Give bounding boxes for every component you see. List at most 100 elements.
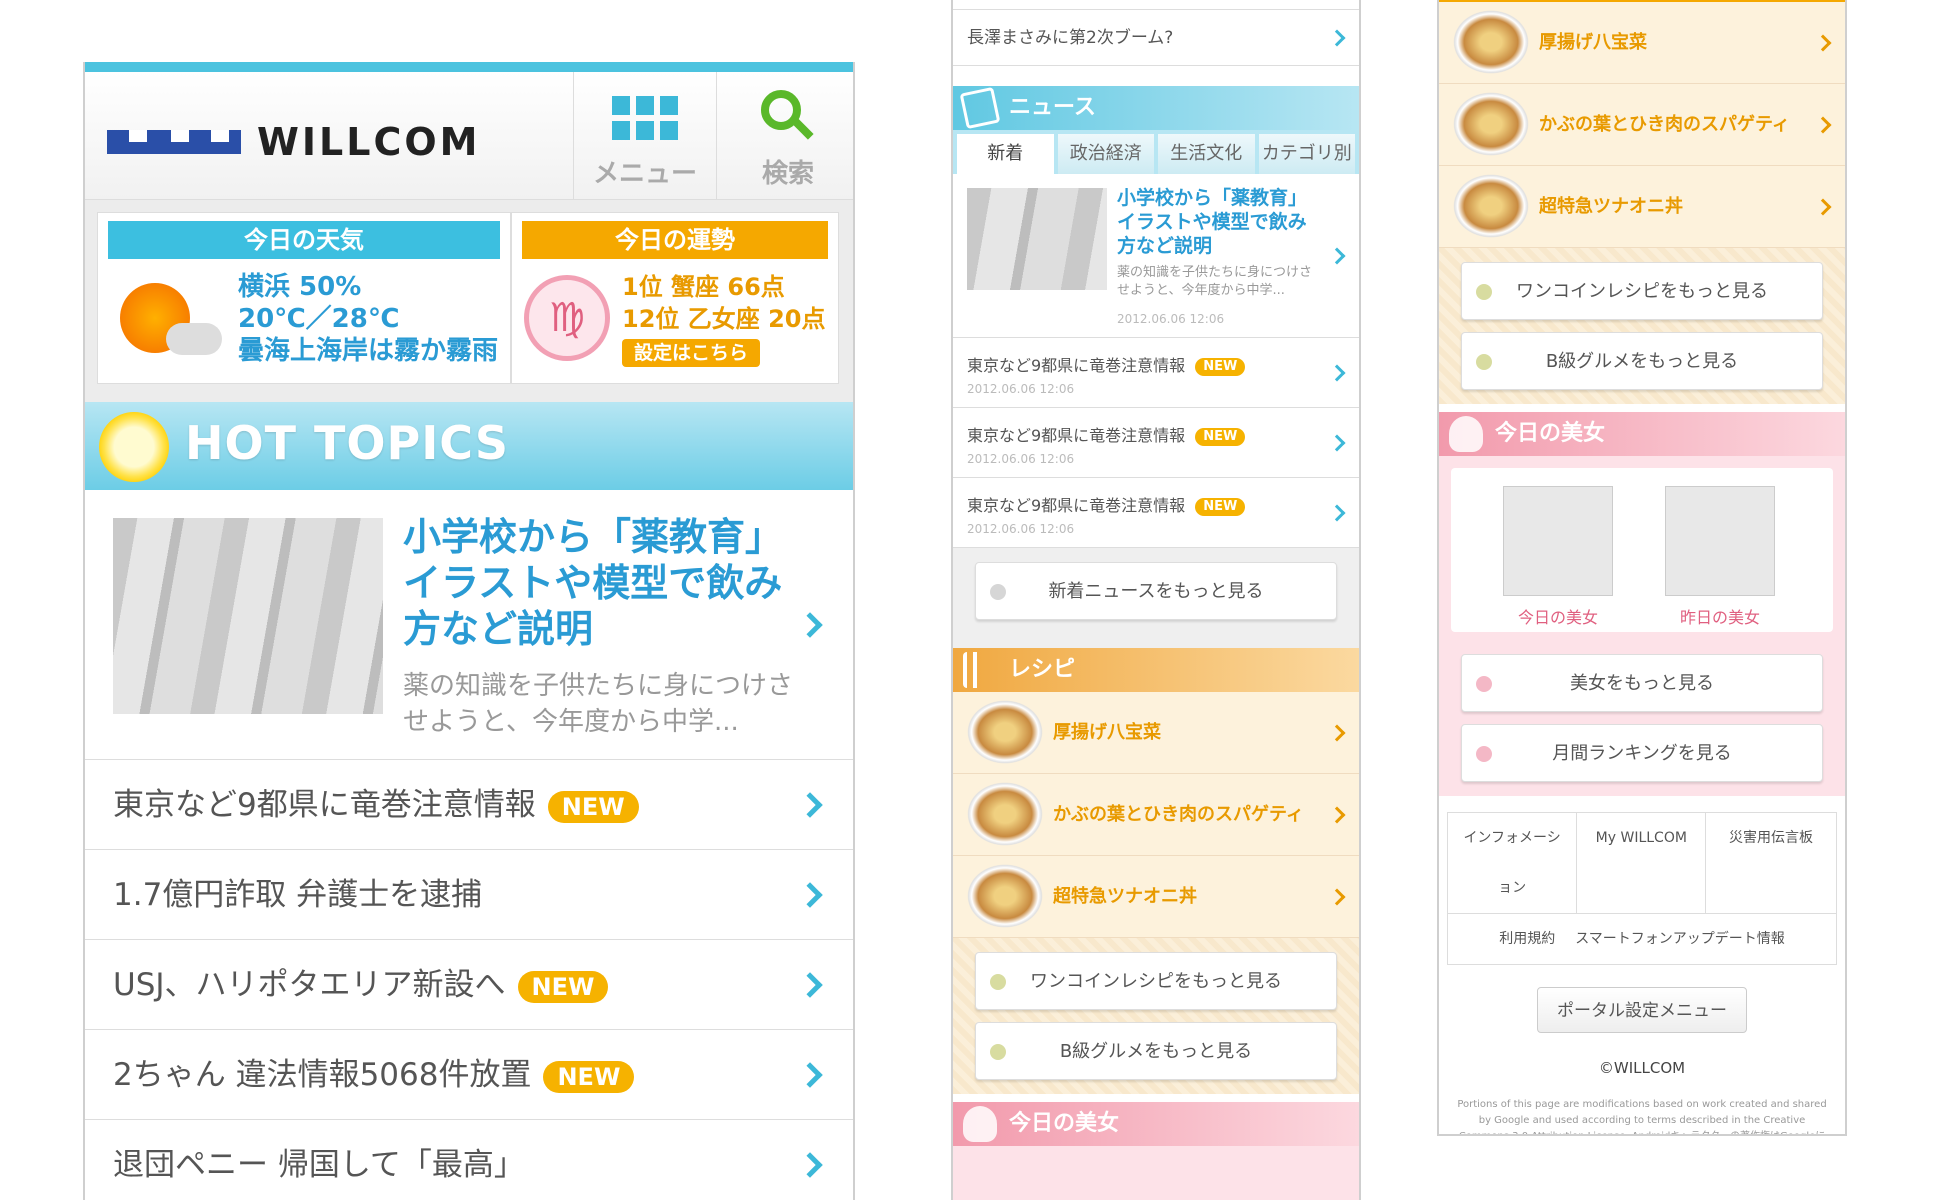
portal-settings-button[interactable]: ポータル設定メニュー	[1537, 987, 1747, 1033]
featured-news[interactable]: 小学校から「薬教育」イラストや模型で飲み方など説明 薬の知識を子供たちに身につけ…	[953, 174, 1359, 338]
fortune-card[interactable]: 今日の運勢 ♍ 1位 蟹座 66点 12位 乙女座 20点 設定はこちら	[511, 212, 839, 384]
tab-category[interactable]: カテゴリ別	[1258, 134, 1355, 174]
chevron-right-icon	[797, 881, 823, 908]
recipe-row[interactable]: かぶの葉とひき肉のスパゲティ	[1439, 84, 1845, 166]
woman-silhouette-icon	[1449, 416, 1483, 452]
search-button[interactable]: 検索	[716, 72, 853, 200]
dish-thumbnail	[1453, 10, 1529, 74]
news-text: 東京など9都県に竜巻注意情報	[967, 356, 1186, 375]
menu-button[interactable]: メニュー	[573, 72, 716, 200]
bijo-photos: 今日の美女 昨日の美女	[1451, 468, 1833, 632]
featured-desc: 薬の知識を子供たちに身につけさせようと、今年度から中学...	[403, 671, 794, 737]
dish-thumbnail	[1453, 92, 1529, 156]
hot-topics-title: HOT TOPICS	[185, 416, 510, 470]
weather-desc: 曇海上海岸は霧か霧雨	[238, 336, 499, 366]
fork-icon	[963, 652, 997, 688]
footer-link-terms[interactable]: 利用規約	[1489, 914, 1565, 964]
more-bijo-button[interactable]: 美女をもっと見る	[1461, 654, 1823, 712]
tab-latest[interactable]: 新着	[957, 134, 1054, 174]
recipe-row[interactable]: 厚揚げ八宝菜	[1439, 2, 1845, 84]
new-badge: NEW	[1195, 427, 1246, 446]
more-news-button[interactable]: 新着ニュースをもっと見る	[975, 562, 1337, 620]
sun-icon	[99, 412, 169, 482]
footer-link-my-willcom[interactable]: My WILLCOM	[1577, 813, 1707, 914]
chevron-right-icon	[797, 791, 823, 818]
info-cards: 今日の天気 横浜 50% 20℃／28℃ 曇海上海岸は霧か霧雨 今日の運勢 ♍ …	[85, 200, 853, 402]
bijo-today-photo[interactable]	[1503, 486, 1613, 596]
news-text: 東京など9都県に竜巻注意情報	[967, 426, 1186, 445]
recipe-row[interactable]: かぶの葉とひき肉のスパゲティ	[953, 774, 1359, 856]
topic-text: 退団ペニー 帰国して「最高」	[113, 1147, 525, 1183]
monthly-ranking-button[interactable]: 月間ランキングを見る	[1461, 724, 1823, 782]
news-row[interactable]: 東京など9都県に竜巻注意情報 NEW 2012.06.06 12:06	[953, 478, 1359, 548]
chevron-right-icon	[1328, 29, 1346, 46]
top-list-item[interactable]: 長澤まさみに第2次ブーム?	[953, 10, 1359, 66]
footer-link-disaster-board[interactable]: 災害用伝言板	[1706, 813, 1836, 914]
chevron-right-icon	[797, 1061, 823, 1088]
bijo-today-label[interactable]: 今日の美女	[1503, 604, 1613, 628]
topic-row[interactable]: 東京など9都県に竜巻注意情報 NEW	[85, 760, 853, 850]
bijo-area: 今日の美女 昨日の美女	[1439, 456, 1845, 644]
new-badge: NEW	[1195, 497, 1246, 516]
weather-card[interactable]: 今日の天気 横浜 50% 20℃／28℃ 曇海上海岸は霧か霧雨	[97, 212, 511, 384]
bijo-title: 今日の美女	[1009, 1111, 1120, 1136]
featured-topic[interactable]: 小学校から「薬教育」イラストや模型で飲み方など説明 薬の知識を子供たちに身につけ…	[85, 490, 853, 760]
featured-title: 小学校から「薬教育」イラストや模型で飲み方など説明	[1117, 187, 1308, 257]
featured-date: 2012.06.06 12:06	[1117, 312, 1225, 326]
topic-row[interactable]: 退団ペニー 帰国して「最高」	[85, 1120, 853, 1200]
chevron-right-icon	[1328, 888, 1346, 905]
featured-title: 小学校から「薬教育」イラストや模型で飲み方など説明	[403, 515, 784, 651]
topic-text: USJ、ハリポタエリア新設へ	[113, 967, 506, 1003]
recipe-row[interactable]: 超特急ツナオニ丼	[1439, 166, 1845, 248]
new-badge: NEW	[543, 1060, 635, 1093]
news-more-area: 新着ニュースをもっと見る	[953, 548, 1359, 634]
chevron-right-icon	[797, 971, 823, 998]
topic-row[interactable]: 1.7億円詐取 弁護士を逮捕	[85, 850, 853, 940]
news-row[interactable]: 東京など9都県に竜巻注意情報 NEW 2012.06.06 12:06	[953, 338, 1359, 408]
bijo-yesterday-label[interactable]: 昨日の美女	[1665, 604, 1775, 628]
recipe-row[interactable]: 厚揚げ八宝菜	[953, 692, 1359, 774]
chevron-right-icon	[1814, 116, 1832, 133]
chevron-right-icon	[1814, 198, 1832, 215]
topic-text: 東京など9都県に竜巻注意情報	[113, 787, 536, 823]
bijo-yesterday-photo[interactable]	[1665, 486, 1775, 596]
chevron-right-icon	[797, 1151, 823, 1178]
featured-desc: 薬の知識を子供たちに身につけさせようと、今年度から中学...	[1117, 265, 1313, 298]
more-one-coin-recipe-button[interactable]: ワンコインレシピをもっと見る	[975, 952, 1337, 1010]
more-b-gourmet-button[interactable]: B級グルメをもっと見る	[1461, 332, 1823, 390]
license-note: Portions of this page are modifications …	[1457, 1099, 1827, 1134]
footer-link-smartphone-update[interactable]: スマートフォンアップデート情報	[1565, 914, 1795, 964]
new-badge: NEW	[517, 970, 609, 1003]
recipe-row[interactable]: 超特急ツナオニ丼	[953, 856, 1359, 938]
weather-city: 横浜 50%	[238, 272, 362, 302]
new-badge: NEW	[1195, 357, 1246, 376]
tab-politics[interactable]: 政治経済	[1057, 134, 1154, 174]
bijo-banner: 今日の美女	[953, 1102, 1359, 1146]
recipe-title: レシピ	[1009, 657, 1076, 682]
dish-thumbnail	[967, 864, 1043, 928]
new-badge: NEW	[547, 790, 639, 823]
footer-link-information[interactable]: インフォメーション	[1448, 813, 1578, 914]
top-accent-bar	[85, 62, 853, 72]
bijo-title: 今日の美女	[1495, 421, 1606, 446]
top-item-text: 長澤まさみに第2次ブーム?	[967, 28, 1174, 48]
recipe-more-area: ワンコインレシピをもっと見る B級グルメをもっと見る	[953, 938, 1359, 1094]
news-title: ニュース	[1009, 95, 1096, 120]
weather-temp: 20℃／28℃	[238, 304, 400, 334]
topic-row[interactable]: 2ちゃん 違法情報5068件放置 NEW	[85, 1030, 853, 1120]
fortune-details: 1位 蟹座 66点 12位 乙女座 20点 設定はこちら	[622, 271, 826, 367]
dish-thumbnail	[967, 700, 1043, 764]
newspaper-icon	[959, 86, 1001, 130]
tab-lifestyle[interactable]: 生活文化	[1158, 134, 1255, 174]
topic-row[interactable]: USJ、ハリポタエリア新設へ NEW	[85, 940, 853, 1030]
more-one-coin-recipe-button[interactable]: ワンコインレシピをもっと見る	[1461, 262, 1823, 320]
more-b-gourmet-button[interactable]: B級グルメをもっと見る	[975, 1022, 1337, 1080]
willcom-logo[interactable]: WILLCOM	[107, 120, 481, 164]
news-row[interactable]: 東京など9都県に竜巻注意情報 NEW 2012.06.06 12:06	[953, 408, 1359, 478]
news-date: 2012.06.06 12:06	[967, 382, 1075, 396]
chevron-right-icon	[1328, 806, 1346, 823]
news-recipe-screen: 長澤まさみに第2次ブーム? ニュース 新着 政治経済 生活文化 カテゴリ別 小学…	[951, 0, 1361, 1200]
featured-thumbnail	[967, 188, 1107, 290]
fortune-settings-button[interactable]: 設定はこちら	[622, 339, 761, 367]
copyright: ©WILLCOM	[1598, 1059, 1686, 1077]
